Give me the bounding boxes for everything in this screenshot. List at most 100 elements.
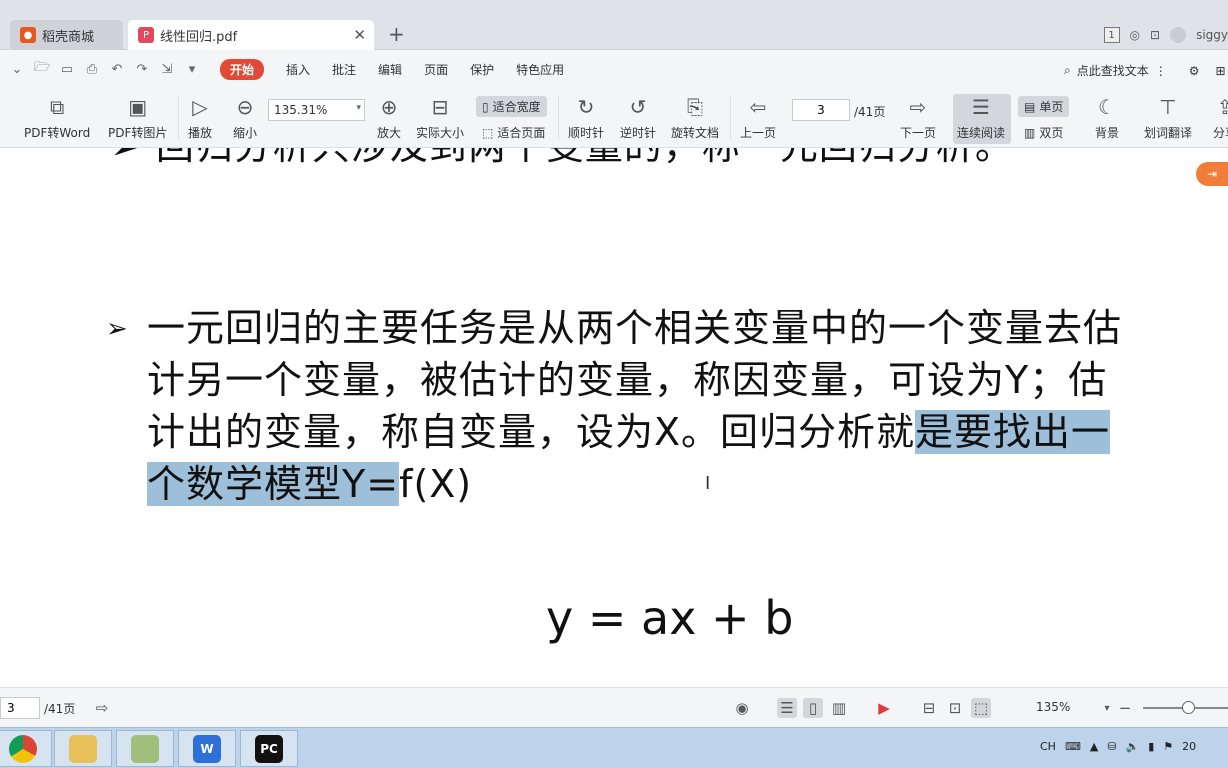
save-icon[interactable]: ▭: [59, 61, 75, 77]
fit-width-icon[interactable]: ⬚: [971, 698, 991, 718]
menu-insert[interactable]: 插入: [286, 61, 310, 78]
zoom-slider-handle[interactable]: [1182, 701, 1195, 714]
input-language[interactable]: CH: [1040, 740, 1056, 753]
word-translate-button[interactable]: ⊤ 划词翻译: [1144, 94, 1192, 141]
usb-icon[interactable]: ⛁: [1107, 740, 1116, 753]
notes-icon: [131, 734, 159, 763]
flag-icon[interactable]: ⚑: [1163, 740, 1173, 753]
flame-icon: ●: [20, 27, 36, 43]
volume-icon[interactable]: 🔈: [1126, 740, 1140, 753]
regression-paragraph[interactable]: 一元回归的主要任务是从两个相关变量中的一个变量去估计另一个变量，被估计的变量，称…: [147, 302, 1137, 510]
network-icon[interactable]: ▮: [1148, 740, 1154, 753]
redo-icon[interactable]: ↷: [134, 61, 150, 77]
continuous-view-icon[interactable]: ☰: [777, 698, 797, 718]
share-button[interactable]: ⇪ 分享: [1212, 94, 1228, 141]
find-text-label: 点此查找文本: [1076, 64, 1149, 78]
double-view-icon[interactable]: ▥: [829, 698, 849, 718]
rotate-cw-icon: ↻: [577, 95, 595, 119]
zoom-out-button[interactable]: ⊖ 缩小: [232, 94, 258, 141]
more-chevron-icon[interactable]: ▾: [184, 61, 200, 77]
prev-page-button[interactable]: ⇦ 上一页: [740, 94, 776, 141]
menu-start[interactable]: 开始: [220, 58, 265, 80]
window-count-badge[interactable]: 1: [1103, 27, 1120, 43]
fit-page-icon[interactable]: ⊡: [945, 698, 965, 718]
avatar[interactable]: [1170, 27, 1187, 43]
menu-annotate[interactable]: 批注: [332, 61, 356, 78]
undo-icon[interactable]: ↶: [109, 61, 125, 77]
taskbar-wps[interactable]: W: [178, 730, 236, 767]
side-float-button[interactable]: ⇥: [1196, 162, 1228, 186]
print-icon[interactable]: ⎙: [84, 61, 100, 77]
goto-page-icon[interactable]: ⇨: [92, 698, 112, 718]
moon-icon: ☾: [1098, 95, 1116, 119]
eye-icon[interactable]: ◉: [732, 698, 752, 718]
text-cursor-icon: I: [705, 473, 711, 494]
image-icon: ▣: [128, 95, 148, 119]
arrow-left-icon: ⇦: [749, 95, 767, 119]
tab-docer-store[interactable]: ● 稻壳商城: [10, 20, 123, 50]
menu-special[interactable]: 特色应用: [516, 61, 564, 78]
linear-formula: y = ax + b: [546, 591, 794, 645]
continuous-read-button[interactable]: ☰ 连续阅读: [957, 94, 1005, 141]
rotate-clockwise-button[interactable]: ↻ 顺时针: [568, 94, 604, 141]
divider: [558, 96, 559, 140]
page-total: /41页: [854, 105, 886, 119]
pycharm-icon: PC: [255, 734, 283, 763]
tray-expand-icon[interactable]: ▲: [1090, 740, 1098, 753]
taskbar-pycharm[interactable]: PC: [240, 730, 298, 767]
zoom-minus-icon[interactable]: −: [1115, 698, 1135, 718]
dropdown-arrow-icon: ▾: [356, 103, 361, 113]
cut-off-bullet-line: ➢ 回归分析只涉及到两个变量的，称一元回归分析。: [110, 148, 1014, 172]
next-page-button[interactable]: ⇨ 下一页: [900, 94, 936, 141]
zoom-input[interactable]: 135.31% ▾: [268, 99, 365, 121]
keyboard-icon[interactable]: ⌨: [1065, 740, 1081, 753]
menu-edit[interactable]: 编辑: [378, 61, 402, 78]
single-view-icon[interactable]: ▯: [803, 698, 823, 718]
system-tray: CH ⌨ ▲ ⛁ 🔈 ▮ ⚑ 20: [1040, 740, 1196, 753]
open-folder-icon[interactable]: 🗁: [34, 60, 50, 77]
menu-page[interactable]: 页面: [424, 61, 448, 78]
taskbar-notes[interactable]: [116, 730, 174, 767]
pdf-to-word-button[interactable]: ⧉ PDF转Word: [24, 94, 90, 141]
status-page-input[interactable]: 3: [0, 697, 40, 719]
pdf-to-image-button[interactable]: ▣ PDF转图片: [108, 94, 167, 141]
taskbar-chrome[interactable]: [0, 730, 52, 767]
find-text[interactable]: ⌕ 点此查找文本 ⋮ ⚙ ⊞: [1064, 62, 1226, 79]
pdf-to-word-icon: ⧉: [49, 95, 65, 119]
double-page-button[interactable]: ▥ 双页: [1018, 122, 1069, 143]
taskbar-file-explorer[interactable]: [54, 730, 112, 767]
user-name[interactable]: siggy: [1196, 28, 1228, 42]
skin-icon[interactable]: ◎: [1130, 28, 1140, 42]
fit-page-button[interactable]: ⬚ 适合页面: [476, 122, 551, 143]
zoom-dropdown-icon[interactable]: ▾: [1097, 698, 1117, 718]
screen-icon[interactable]: ⊡: [1150, 28, 1160, 42]
close-tab-icon[interactable]: ✕: [353, 26, 366, 44]
more-icon[interactable]: ⋮: [1155, 64, 1167, 78]
window-icon[interactable]: ⊞: [1216, 64, 1226, 78]
gear-icon[interactable]: ⚙: [1189, 64, 1200, 78]
export-icon[interactable]: ⇲: [159, 61, 175, 77]
rotate-document-button[interactable]: ⎘ 旋转文档: [671, 94, 719, 141]
single-page-button[interactable]: ▤ 单页: [1018, 96, 1070, 117]
new-tab-button[interactable]: +: [388, 22, 405, 46]
actual-size-icon[interactable]: ⊟: [919, 698, 939, 718]
rotate-counterclockwise-button[interactable]: ↺ 逆时针: [620, 94, 656, 141]
zoom-in-button[interactable]: ⊕ 放大: [376, 94, 402, 141]
zoom-level[interactable]: 135%: [1036, 700, 1070, 714]
background-button[interactable]: ☾ 背景: [1094, 94, 1120, 141]
actual-size-button[interactable]: ⊟ 实际大小: [416, 94, 464, 141]
window-controls: 1 ◎ ⊡ siggy: [1103, 24, 1228, 46]
page-number-input[interactable]: 3: [792, 99, 850, 121]
fit-width-button[interactable]: ▯ 适合宽度: [476, 96, 547, 117]
divider: [730, 96, 731, 140]
clock[interactable]: 20: [1182, 740, 1196, 753]
play-icon[interactable]: ▶: [874, 698, 894, 718]
menu-chevron-icon[interactable]: ⌄: [9, 61, 25, 77]
zoom-in-icon: ⊕: [380, 95, 398, 119]
menu-protect[interactable]: 保护: [470, 61, 494, 78]
play-button[interactable]: ▷ 播放: [187, 94, 213, 141]
tab-pdf-document[interactable]: P 线性回归.pdf ✕: [128, 20, 374, 50]
zoom-out-icon: ⊖: [236, 95, 254, 119]
fit-page-icon: ⬚: [482, 125, 494, 140]
rotate-doc-icon: ⎘: [687, 95, 703, 119]
